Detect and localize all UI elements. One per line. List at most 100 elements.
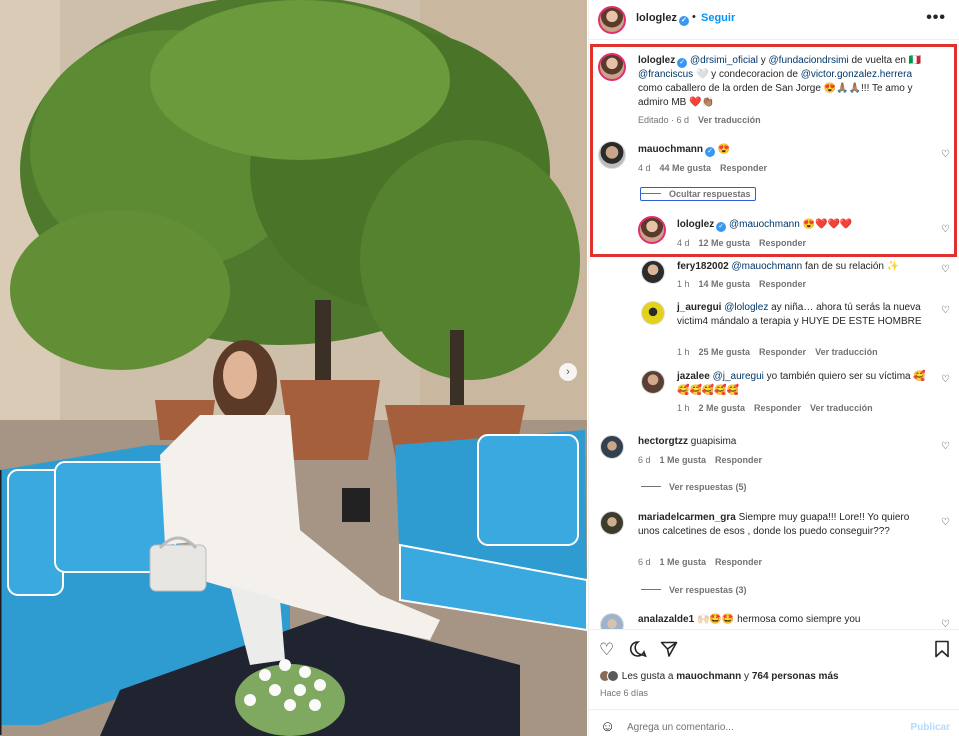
likes-count[interactable]: 25 Me gusta: [699, 347, 751, 357]
likes-count[interactable]: 1 Me gusta: [660, 557, 707, 567]
edited-label: Editado · 6 d: [638, 115, 690, 125]
avatar[interactable]: [641, 370, 665, 394]
comment-input[interactable]: [627, 719, 897, 735]
mention-link[interactable]: @franciscus: [638, 69, 693, 80]
smiley-icon[interactable]: ☺: [600, 718, 615, 735]
heart-icon[interactable]: ♡: [941, 619, 950, 629]
reply-button[interactable]: Responder: [759, 238, 806, 248]
chevron-right-icon[interactable]: ›: [559, 363, 577, 381]
photo-illustration: [0, 0, 587, 736]
avatar: [607, 670, 619, 682]
view-replies-button[interactable]: Ver respuestas (3): [641, 585, 747, 595]
send-icon[interactable]: [660, 640, 678, 663]
mention-link[interactable]: @victor.gonzalez.herrera: [801, 69, 912, 80]
comment-item: lologlez ✓ @mauochmann 😍❤️❤️❤️ 4 d 12 Me g…: [589, 214, 959, 254]
translate-link[interactable]: Ver traducción: [815, 347, 878, 357]
heart-icon[interactable]: ♡: [599, 640, 614, 660]
caption-text: lologlez ✓ @drsimi_oficial y @fundaciondr…: [638, 55, 922, 108]
caption-username[interactable]: lologlez: [638, 55, 675, 66]
post-header: lologlez ✓ • Seguir •••: [589, 0, 959, 40]
verified-icon: ✓: [677, 58, 688, 68]
heart-icon[interactable]: ♡: [941, 224, 950, 235]
heart-icon[interactable]: ♡: [941, 517, 950, 528]
reply-button[interactable]: Responder: [759, 347, 806, 357]
likes-count[interactable]: 2 Me gusta: [699, 403, 746, 413]
comment-username[interactable]: hectorgtzz: [638, 436, 688, 447]
post-panel: lologlez ✓ • Seguir ••• lologlez ✓ @drsimi…: [588, 0, 959, 736]
avatar[interactable]: [600, 435, 624, 459]
focus-outline: [640, 187, 756, 201]
heart-icon[interactable]: ♡: [941, 441, 950, 452]
header-username[interactable]: lologlez ✓: [636, 12, 689, 26]
comment-username[interactable]: j_auregui: [677, 302, 721, 313]
comment-username[interactable]: mariadelcarmen_gra: [638, 512, 736, 523]
separator-dot: •: [692, 11, 696, 23]
comment-item: j_auregui @lologlez ay niña… ahora tú se…: [589, 299, 959, 363]
comment-username[interactable]: jazalee: [677, 371, 710, 382]
comment-meta: 1 h 25 Me gusta Responder Ver traducción: [677, 347, 878, 357]
avatar[interactable]: [641, 301, 665, 325]
mention-link[interactable]: @mauochmann: [732, 261, 803, 272]
add-comment-bar: ☺ Publicar: [589, 709, 959, 736]
more-options-icon[interactable]: •••: [926, 9, 946, 27]
comment-username[interactable]: analazalde1: [638, 614, 694, 625]
caption-meta: Editado · 6 d Ver traducción: [638, 115, 770, 125]
reply-button[interactable]: Responder: [715, 557, 762, 567]
verified-icon: ✓: [705, 147, 716, 157]
publish-button[interactable]: Publicar: [911, 722, 950, 733]
likes-count[interactable]: 12 Me gusta: [699, 238, 751, 248]
comment-text: j_auregui @lologlez ay niña… ahora tú se…: [677, 302, 922, 327]
follow-button[interactable]: Seguir: [701, 12, 735, 24]
comment-text: analazalde1 🙌🏻🤩🤩 hermosa como siempre yo…: [638, 614, 861, 625]
translate-link[interactable]: Ver traducción: [698, 115, 761, 125]
comment-username[interactable]: lologlez: [677, 219, 714, 230]
likes-summary[interactable]: Les gusta a mauochmann y 764 personas má…: [599, 670, 839, 682]
bookmark-icon[interactable]: [934, 640, 950, 663]
avatar[interactable]: [598, 141, 626, 169]
avatar[interactable]: [598, 53, 626, 81]
avatar[interactable]: [641, 260, 665, 284]
likes-count[interactable]: 764 personas más: [752, 671, 839, 682]
avatar[interactable]: [638, 216, 666, 244]
avatar[interactable]: [600, 613, 624, 629]
likes-count[interactable]: 44 Me gusta: [660, 163, 712, 173]
comment-username[interactable]: mauochmann: [638, 144, 703, 155]
comment-text: hectorgtzz guapisima: [638, 436, 737, 447]
view-replies-button[interactable]: Ver respuestas (5): [641, 482, 747, 492]
reply-button[interactable]: Responder: [754, 403, 801, 413]
caption: lologlez ✓ @drsimi_oficial y @fundaciondr…: [589, 41, 959, 131]
comment-item: hectorgtzz guapisima 6 d1 Me gusta Respon…: [589, 433, 959, 473]
heart-icon[interactable]: ♡: [941, 149, 950, 160]
likes-count[interactable]: 1 Me gusta: [660, 455, 707, 465]
verified-icon: ✓: [678, 16, 689, 26]
liker-username[interactable]: mauochmann: [676, 671, 741, 682]
likes-count[interactable]: 14 Me gusta: [699, 279, 751, 289]
comment-icon[interactable]: [629, 640, 647, 663]
reply-button[interactable]: Responder: [715, 455, 762, 465]
heart-icon[interactable]: ♡: [941, 264, 950, 275]
mention-link[interactable]: @lologlez: [724, 302, 768, 313]
avatar[interactable]: [598, 6, 626, 34]
comment-text: fery182002 @mauochmann fan de su relació…: [677, 261, 900, 272]
mention-link[interactable]: @drsimi_oficial: [690, 55, 758, 66]
comments-list[interactable]: lologlez ✓ @drsimi_oficial y @fundaciondr…: [589, 41, 959, 629]
comment-text: mariadelcarmen_gra Siempre muy guapa!!! …: [638, 512, 910, 537]
comment-username[interactable]: fery182002: [677, 261, 729, 272]
comment-text: jazalee @j_auregui yo también quiero ser…: [677, 371, 926, 396]
comment-item: jazalee @j_auregui yo también quiero ser…: [589, 368, 959, 418]
heart-icon[interactable]: ♡: [941, 305, 950, 316]
comment-text: lologlez ✓ @mauochmann 😍❤️❤️❤️: [677, 219, 853, 232]
mention-link[interactable]: @mauochmann: [729, 219, 800, 230]
avatar[interactable]: [600, 511, 624, 535]
translate-link[interactable]: Ver traducción: [810, 403, 873, 413]
reply-button[interactable]: Responder: [759, 279, 806, 289]
mention-link[interactable]: @j_auregui: [713, 371, 764, 382]
heart-icon[interactable]: ♡: [941, 374, 950, 385]
post-photo[interactable]: ›: [0, 0, 587, 736]
reply-button[interactable]: Responder: [720, 163, 767, 173]
mention-link[interactable]: @fundaciondrsimi: [769, 55, 849, 66]
comment-meta: 6 d1 Me gusta Responder: [638, 557, 763, 567]
post-actions: ♡ Les gusta a mauochmann y 764 personas …: [589, 629, 959, 699]
comment-item: mauochmann ✓ 😍 4 d 44 Me gusta Responder ♡: [589, 139, 959, 183]
comment-text: mauochmann ✓ 😍: [638, 144, 731, 157]
